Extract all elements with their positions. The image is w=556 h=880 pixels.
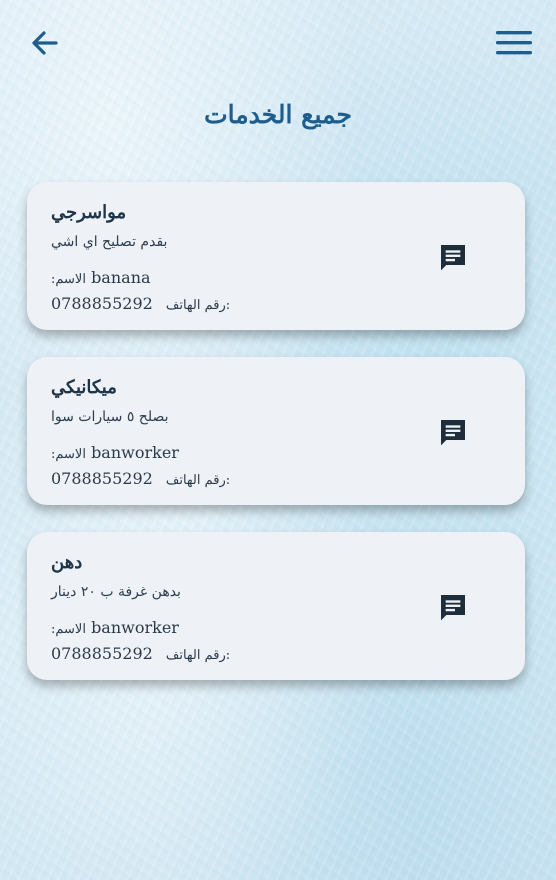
service-description: بقدم تصليح اي اشي	[51, 234, 168, 250]
service-title: مواسرجي	[51, 202, 127, 223]
chat-message-icon	[441, 420, 465, 446]
chat-message-icon	[441, 245, 465, 271]
chat-button[interactable]	[437, 241, 469, 273]
worker-name-row: :الاسم banworker	[51, 443, 179, 462]
phone-label: رقم الهاتف:	[165, 473, 231, 488]
phone-row: 0788855292 رقم الهاتف:	[51, 294, 230, 313]
back-button[interactable]	[28, 26, 62, 60]
top-app-bar	[0, 0, 556, 90]
name-label: :الاسم	[51, 622, 86, 637]
service-description: بدهن غرفة ب ٢٠ دينار	[51, 584, 181, 600]
name-label: :الاسم	[51, 447, 86, 462]
worker-name: banana	[91, 268, 151, 287]
service-description: بصلح ٥ سيارات سوا	[51, 409, 169, 425]
arrow-left-icon	[32, 31, 58, 55]
phone-label: رقم الهاتف:	[165, 298, 231, 313]
service-title: ميكانيكي	[51, 377, 117, 398]
phone-row: 0788855292 رقم الهاتف:	[51, 644, 230, 663]
service-title: دهن	[51, 552, 83, 573]
name-label: :الاسم	[51, 272, 86, 287]
service-card[interactable]: مواسرجي بقدم تصليح اي اشي :الاسم banana …	[27, 182, 525, 330]
worker-name: banworker	[91, 443, 179, 462]
chat-button[interactable]	[437, 416, 469, 448]
worker-name-row: :الاسم banworker	[51, 618, 179, 637]
hamburger-menu-icon	[496, 31, 532, 55]
worker-name: banworker	[91, 618, 179, 637]
phone-label: رقم الهاتف:	[165, 648, 231, 663]
phone-number: 0788855292	[51, 469, 153, 488]
worker-name-row: :الاسم banana	[51, 268, 151, 287]
chat-message-icon	[441, 595, 465, 621]
phone-number: 0788855292	[51, 294, 153, 313]
page-title: جميع الخدمات	[204, 100, 352, 129]
chat-button[interactable]	[437, 591, 469, 623]
menu-button[interactable]	[494, 26, 534, 60]
phone-number: 0788855292	[51, 644, 153, 663]
service-card[interactable]: ميكانيكي بصلح ٥ سيارات سوا :الاسم banwor…	[27, 357, 525, 505]
service-card[interactable]: دهن بدهن غرفة ب ٢٠ دينار :الاسم banworke…	[27, 532, 525, 680]
phone-row: 0788855292 رقم الهاتف:	[51, 469, 230, 488]
